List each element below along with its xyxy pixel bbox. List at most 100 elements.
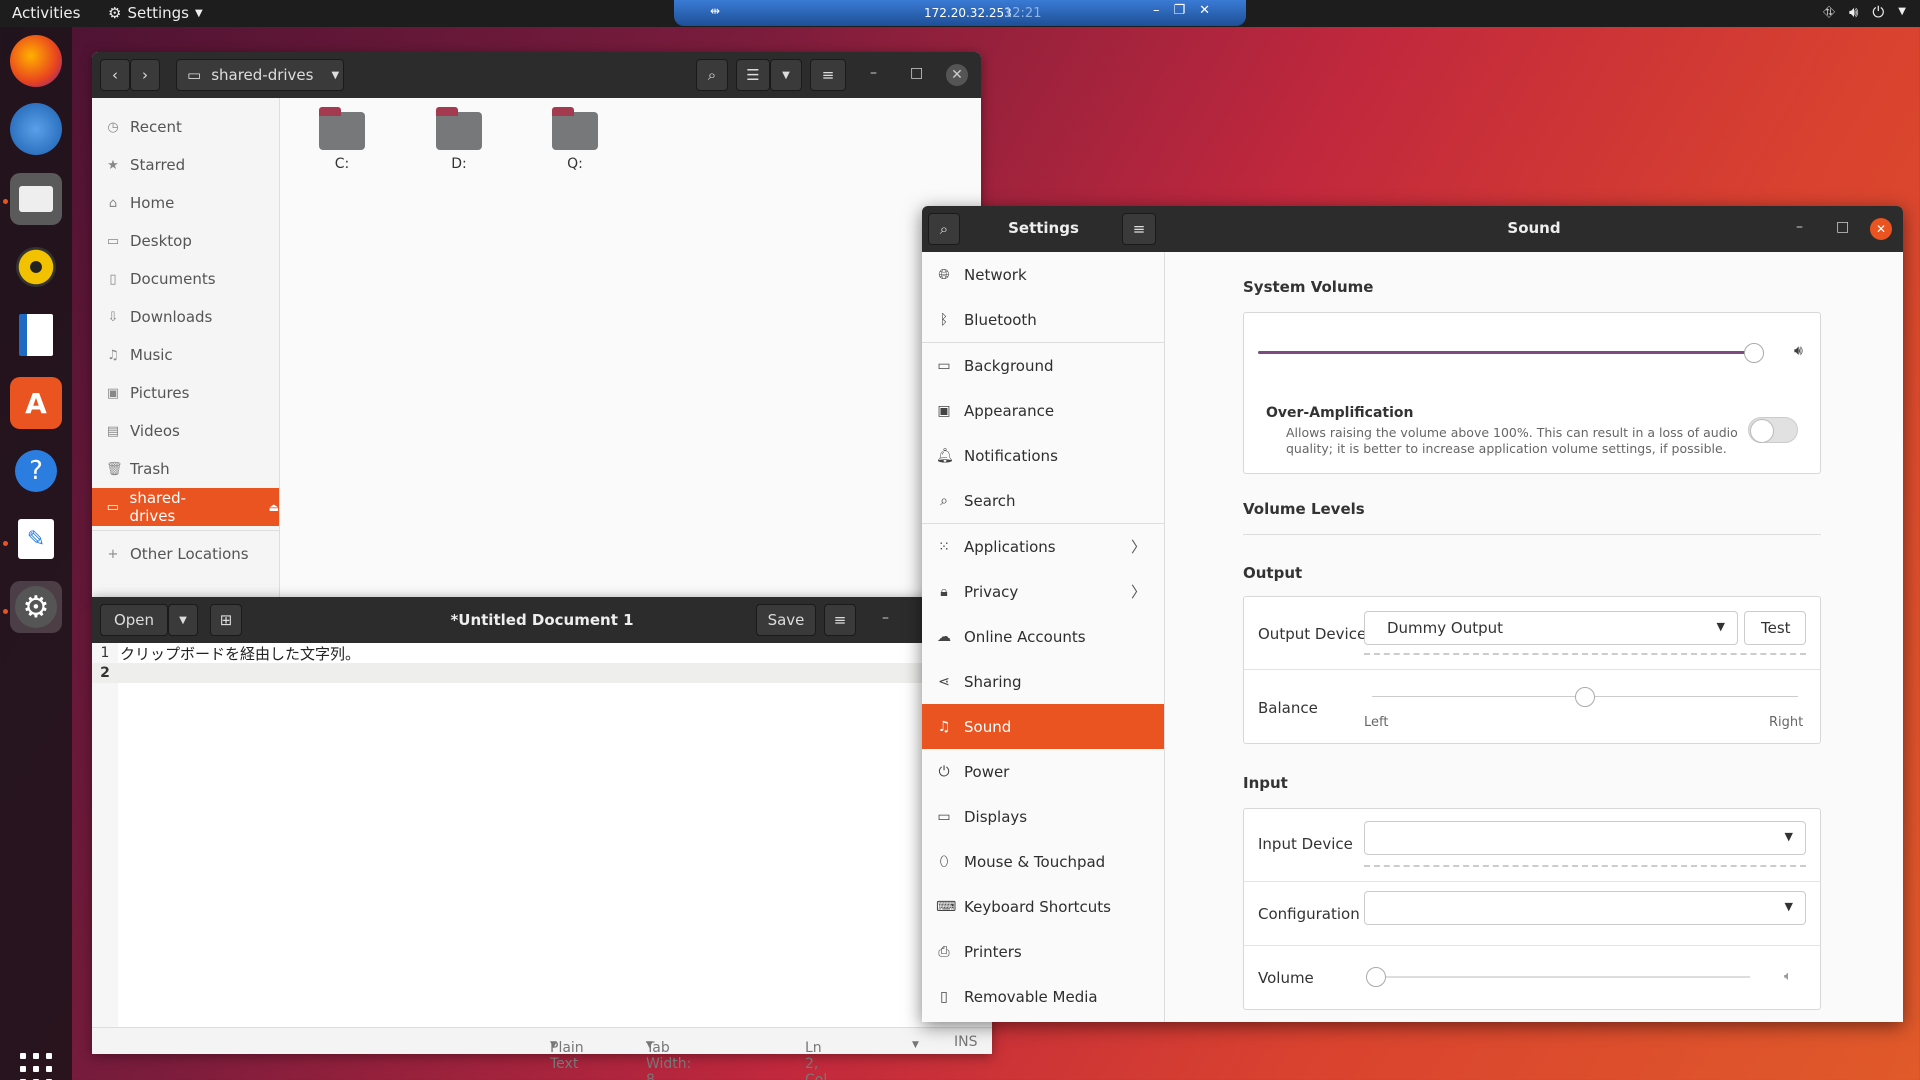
back-button[interactable]: ‹ xyxy=(100,59,130,91)
rhythmbox-icon[interactable] xyxy=(10,241,62,293)
chevron-down-icon: ▼ xyxy=(1716,620,1725,633)
input-volume-slider[interactable] xyxy=(1366,967,1750,987)
software-center-icon[interactable]: A xyxy=(10,377,62,429)
configuration-dropdown[interactable]: ▼ xyxy=(1364,891,1806,925)
sidebar-item-power[interactable]: ⏻ Power xyxy=(922,749,1164,794)
folder-item[interactable]: D: xyxy=(419,107,499,172)
power-icon[interactable]: ⏻ xyxy=(1872,3,1884,21)
divider xyxy=(1244,945,1820,946)
sidebar-item-trash[interactable]: 🗑︎ Trash xyxy=(92,450,279,488)
restore-icon[interactable]: ❐ xyxy=(1173,3,1185,18)
save-button[interactable]: Save xyxy=(756,604,816,636)
help-icon[interactable]: ? xyxy=(10,445,62,497)
menu-button[interactable]: ≡ xyxy=(1122,213,1156,245)
path-bar[interactable]: ▭ shared-drives ▼ xyxy=(176,59,344,91)
network-icon[interactable]: ⛗ xyxy=(1823,3,1835,21)
download-icon: ⇩ xyxy=(107,309,119,325)
sidebar-item-desktop[interactable]: ▭ Desktop xyxy=(92,222,279,260)
sidebar-item-online-accounts[interactable]: ☁ Online Accounts xyxy=(922,614,1164,659)
thunderbird-icon[interactable] xyxy=(10,103,62,155)
sidebar-item-displays[interactable]: ▭ Displays xyxy=(922,794,1164,839)
activities-button[interactable]: Activities xyxy=(12,4,80,22)
text-area[interactable]: 1 クリップボードを経由した文字列。 2 xyxy=(92,643,992,1027)
pin-icon[interactable]: ⇹ xyxy=(710,4,720,18)
search-button[interactable]: ⌕ xyxy=(696,59,728,91)
sidebar-item-home[interactable]: ⌂ Home xyxy=(92,184,279,222)
sidebar-item-printers[interactable]: ⎙ Printers xyxy=(922,929,1164,974)
writer-icon[interactable] xyxy=(10,309,62,361)
sidebar-item-background[interactable]: ▭ Background xyxy=(922,343,1164,388)
close-icon[interactable]: ✕ xyxy=(1870,218,1892,240)
menu-button[interactable]: ≡ xyxy=(810,59,846,91)
open-recent-button[interactable]: ▼ xyxy=(168,604,198,636)
sidebar-item-sharing[interactable]: ⋖ Sharing xyxy=(922,659,1164,704)
sidebar-item-mouse-touchpad[interactable]: ⬯ Mouse & Touchpad xyxy=(922,839,1164,884)
slider-handle[interactable] xyxy=(1575,687,1595,707)
sidebar-item-removable-media[interactable]: ▯ Removable Media xyxy=(922,974,1164,1019)
maximize-icon[interactable]: □ xyxy=(910,65,923,81)
sidebar-item-label: Music xyxy=(130,346,173,364)
close-icon[interactable]: ✕ xyxy=(946,64,968,86)
firefox-icon[interactable] xyxy=(10,35,62,87)
sidebar-item-other-locations[interactable]: + Other Locations xyxy=(92,535,279,573)
sidebar-item-label: Downloads xyxy=(130,308,213,326)
settings-headerbar: ⌕ Settings ≡ Sound – □ ✕ xyxy=(922,206,1903,252)
sidebar-item-appearance[interactable]: ▣ Appearance xyxy=(922,388,1164,433)
settings-app-icon[interactable]: ⚙ xyxy=(10,581,62,633)
folder-item[interactable]: C: xyxy=(302,107,382,172)
minimize-icon[interactable]: – xyxy=(882,610,889,626)
dock: A ? ✎ ⚙ xyxy=(0,27,72,1080)
files-icon[interactable] xyxy=(10,173,62,225)
sidebar-item-sound[interactable]: ♫ Sound xyxy=(922,704,1164,749)
sidebar-item-music[interactable]: ♫ Music xyxy=(92,336,279,374)
sidebar-item-network[interactable]: 🌐︎ Network xyxy=(922,252,1164,297)
sidebar-item-shared-drives[interactable]: ▭ shared-drives ⏏ xyxy=(92,488,279,526)
show-applications-icon[interactable] xyxy=(20,1053,52,1080)
volume-icon[interactable]: 🔊︎ xyxy=(1849,3,1858,21)
input-device-dropdown[interactable]: ▼ xyxy=(1364,821,1806,855)
view-options-button[interactable]: ▼ xyxy=(770,59,802,91)
test-button[interactable]: Test xyxy=(1744,611,1806,645)
video-icon: ▤ xyxy=(106,423,120,439)
sidebar-item-downloads[interactable]: ⇩ Downloads xyxy=(92,298,279,336)
sidebar-item-videos[interactable]: ▤ Videos xyxy=(92,412,279,450)
sidebar-item-documents[interactable]: ▯ Documents xyxy=(92,260,279,298)
eject-icon[interactable]: ⏏ xyxy=(269,501,279,514)
text-editor-icon[interactable]: ✎ xyxy=(10,513,62,565)
output-device-dropdown[interactable]: Dummy Output ▼ xyxy=(1364,611,1738,645)
system-tray[interactable]: ⛗ 🔊︎ ⏻ ▼ xyxy=(1823,3,1906,21)
maximize-icon[interactable]: □ xyxy=(1836,219,1849,235)
balance-slider[interactable] xyxy=(1372,687,1798,707)
menu-button[interactable]: ≡ xyxy=(824,604,856,636)
close-icon[interactable]: ✕ xyxy=(1199,3,1210,18)
sidebar-item-recent[interactable]: ◷ Recent xyxy=(92,108,279,146)
over-amplification-toggle[interactable] xyxy=(1748,417,1798,443)
open-button[interactable]: Open xyxy=(100,604,168,636)
usb-icon: ▯ xyxy=(940,988,948,1005)
sidebar-item-privacy[interactable]: 🔒︎ Privacy 〉 xyxy=(922,569,1164,614)
minimize-icon[interactable]: – xyxy=(1796,219,1803,235)
sidebar-item-notifications[interactable]: 🔔︎ Notifications xyxy=(922,433,1164,478)
sidebar-item-pictures[interactable]: ▣ Pictures xyxy=(92,374,279,412)
slider-handle[interactable] xyxy=(1744,343,1764,363)
over-amp-desc-line1: Allows raising the volume above 100%. Th… xyxy=(1286,425,1738,440)
sidebar-item-search[interactable]: ⌕ Search xyxy=(922,478,1164,523)
sidebar-item-applications[interactable]: ⁙ Applications 〉 xyxy=(922,524,1164,569)
forward-button[interactable]: › xyxy=(130,59,160,91)
slider-handle[interactable] xyxy=(1366,967,1386,987)
sidebar-item-keyboard-shortcuts[interactable]: ⌨ Keyboard Shortcuts xyxy=(922,884,1164,929)
grid-icon: ⁙ xyxy=(938,538,950,555)
chevron-down-icon[interactable]: ▼ xyxy=(1898,6,1906,21)
chevron-down-icon: ▼ xyxy=(179,614,187,626)
sidebar-item-label: Pictures xyxy=(130,384,190,402)
sidebar-item-bluetooth[interactable]: ᛒ Bluetooth xyxy=(922,297,1164,342)
minimize-icon[interactable]: – xyxy=(870,65,877,81)
view-list-button[interactable]: ☰ xyxy=(736,59,770,91)
minimize-icon[interactable]: – xyxy=(1153,3,1160,18)
new-tab-button[interactable]: ⊞ xyxy=(210,604,242,636)
app-menu[interactable]: ⚙ Settings ▼ xyxy=(108,4,203,22)
over-amp-desc-line2: quality; it is better to increase applic… xyxy=(1286,441,1727,456)
system-volume-slider[interactable] xyxy=(1258,343,1764,363)
folder-item[interactable]: Q: xyxy=(535,107,615,172)
sidebar-item-starred[interactable]: ★ Starred xyxy=(92,146,279,184)
